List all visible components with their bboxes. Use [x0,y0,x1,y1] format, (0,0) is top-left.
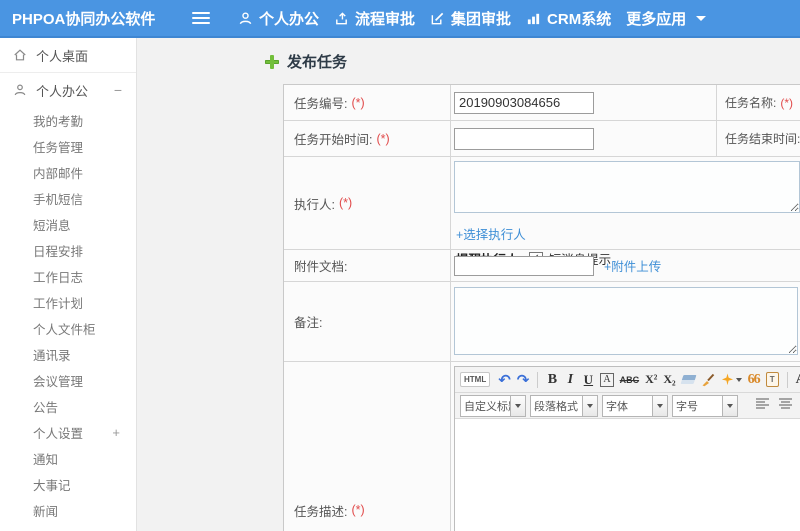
remark-textarea[interactable] [454,287,798,355]
sidebar-item-work-log[interactable]: 工作日志 [0,263,136,289]
start-time-label: 任务开始时间: [294,133,373,147]
undo-icon[interactable]: ↶ [495,370,514,390]
expand-icon[interactable]: + [112,426,120,439]
menu-toggle-button[interactable] [192,9,210,27]
font-size-select[interactable]: 字号 [672,394,738,417]
subscript-button[interactable]: X₂ [660,370,678,390]
align-center-icon[interactable] [777,397,795,415]
form-row-attachment: 附件文档: +附件上传 [284,250,800,282]
top-nav: 个人办公 流程审批 集团审批 CRM系统 更多应用 [237,8,707,29]
nav-workflow-approval[interactable]: 流程审批 [333,8,416,29]
sidebar-item-contacts[interactable]: 通讯录 [0,341,136,367]
form-row-description: 任务描述: (*) HTML ↶ ↷ B I U A ABC X² X₂ 66 … [284,362,800,531]
bar-chart-icon [526,11,541,26]
sidebar-item-personal-settings[interactable]: 个人设置 + [0,419,136,445]
attachment-input[interactable] [454,255,594,276]
underline-button[interactable]: U [579,370,597,390]
publish-task-form: 任务编号:(*) 任务名称:(*) 任务开始时间:(*) 任务结束时间:(*) … [283,84,800,531]
person-icon [238,11,253,26]
sidebar-item-desktop[interactable]: 个人桌面 [0,38,136,73]
form-row-task-number: 任务编号:(*) 任务名称:(*) [284,85,800,121]
rich-text-editor: HTML ↶ ↷ B I U A ABC X² X₂ 66 T 自定义标 段落格… [454,366,800,531]
sidebar-item-internal-mail[interactable]: 内部邮件 [0,159,136,185]
paste-icon[interactable]: T [763,370,782,390]
redo-icon[interactable]: ↷ [514,370,533,390]
html-source-button[interactable]: HTML [460,372,491,387]
add-plus-icon [265,54,279,69]
sidebar-item-schedule[interactable]: 日程安排 [0,237,136,263]
edit-icon [430,11,445,26]
attachment-label: 附件文档: [294,260,348,274]
caret-down-icon [696,15,707,21]
app-logo: PHPOA协同办公软件 [12,10,156,28]
start-time-input[interactable] [454,127,594,150]
sidebar-item-file-cabinet[interactable]: 个人文件柜 [0,315,136,341]
nav-personal-office[interactable]: 个人办公 [237,8,320,29]
editor-toolbar-2: 自定义标题 段落格式 字体 字号 [455,393,800,419]
form-row-executor: 执行人:(*) +选择执行人 提醒执行人: ✓ 短消息提示 [284,157,800,267]
superscript-button[interactable]: X² [642,370,660,390]
sidebar-item-announcement[interactable]: 公告 [0,393,136,419]
font-family-select[interactable]: 字体 [602,394,668,417]
home-icon [13,48,27,62]
sidebar-item-task-management[interactable]: 任务管理 [0,133,136,159]
align-left-icon[interactable] [754,397,772,415]
nav-more-apps[interactable]: 更多应用 [625,8,707,29]
description-label: 任务描述: [294,504,348,519]
form-row-remark: 备注: [284,282,800,362]
bold-button[interactable]: B [543,370,561,390]
sidebar-item-sms[interactable]: 手机短信 [0,185,136,211]
page-title: 发布任务 [265,51,347,72]
bordered-text-button[interactable]: A [597,370,616,390]
task-number-label: 任务编号: [294,97,348,111]
executor-textarea[interactable] [454,161,800,213]
attachment-upload-link[interactable]: +附件上传 [604,256,661,275]
end-time-label: 任务结束时间: [725,132,800,146]
caret-down-icon [510,395,525,416]
executor-label: 执行人: [294,197,335,212]
nav-group-approval[interactable]: 集团审批 [429,8,512,29]
top-bar: PHPOA协同办公软件 个人办公 流程审批 集团审批 CRM系统 更多应用 [0,0,800,38]
sidebar-item-short-message[interactable]: 短消息 [0,211,136,237]
paragraph-format-select[interactable]: 段落格式 [530,394,598,417]
sidebar-section-personal-office[interactable]: 个人办公 − [0,73,136,107]
sidebar-item-news[interactable]: 新闻 [0,497,136,523]
custom-heading-select[interactable]: 自定义标题 [460,394,526,417]
caret-down-icon [722,395,737,416]
caret-down-icon [652,395,667,416]
remark-label: 备注: [294,316,323,330]
font-color-button[interactable]: A [793,370,800,390]
submit-arrow-icon [334,11,349,26]
nav-crm[interactable]: CRM系统 [525,8,612,29]
blockquote-button[interactable]: 66 [745,370,763,390]
collapse-icon[interactable]: − [114,83,122,97]
editor-toolbar-1: HTML ↶ ↷ B I U A ABC X² X₂ 66 T [455,367,800,393]
sidebar-item-work-plan[interactable]: 工作计划 [0,289,136,315]
task-number-input[interactable] [454,91,594,114]
task-name-label: 任务名称: [725,96,777,110]
format-brush-icon[interactable] [698,370,718,390]
main-content: 发布任务 任务编号:(*) 任务名称:(*) 任务开始时间:(*) 任务结束时间… [137,38,800,531]
sidebar-item-milestones[interactable]: 大事记 [0,471,136,497]
sidebar-item-meeting[interactable]: 会议管理 [0,367,136,393]
magic-wand-icon[interactable] [718,370,745,390]
sidebar: 个人桌面 个人办公 − 我的考勤 任务管理 内部邮件 手机短信 短消息 日程安排… [0,38,137,531]
person-icon [13,83,27,97]
italic-button[interactable]: I [561,370,579,390]
sidebar-item-notice[interactable]: 通知 [0,445,136,471]
choose-executor-link[interactable]: +选择执行人 [456,224,526,243]
editor-content-area[interactable] [455,419,800,531]
eraser-icon[interactable] [679,370,698,390]
caret-down-icon [582,395,597,416]
sidebar-item-attendance[interactable]: 我的考勤 [0,107,136,133]
strikethrough-button[interactable]: ABC [617,370,643,390]
form-row-start-time: 任务开始时间:(*) 任务结束时间:(*) [284,121,800,157]
